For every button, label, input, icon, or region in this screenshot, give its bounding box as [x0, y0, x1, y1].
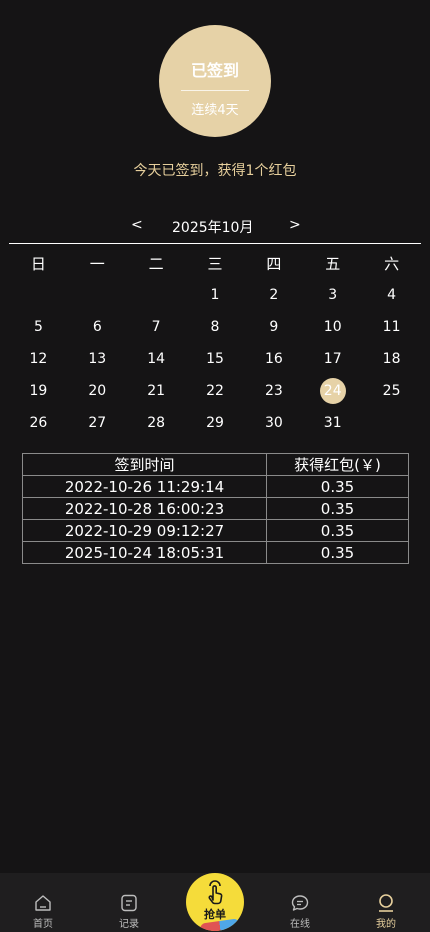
- calendar-day[interactable]: 31: [303, 407, 362, 439]
- calendar-day[interactable]: 23: [244, 375, 303, 407]
- sign-in-time: 2022-10-26 11:29:14: [22, 475, 267, 498]
- calendar-day[interactable]: 30: [244, 407, 303, 439]
- consecutive-days-label: 连续4天: [191, 103, 239, 118]
- calendar-day[interactable]: 10: [303, 311, 362, 343]
- table-row: 2025-10-24 18:05:31 0.35: [22, 541, 409, 564]
- sign-status-title: 已签到: [190, 61, 239, 80]
- reward-amount: 0.35: [266, 519, 409, 542]
- sign-in-records-table: 签到时间 获得红包(￥) 2022-10-26 11:29:14 0.35 20…: [22, 453, 409, 564]
- calendar-day[interactable]: 29: [186, 407, 245, 439]
- table-row: 2022-10-26 11:29:14 0.35: [22, 475, 409, 498]
- tab-records[interactable]: 记录: [99, 873, 159, 932]
- sign-in-status-circle: 已签到 连续4天: [159, 25, 271, 137]
- calendar-grid: 日一二三四五六 1 2 3 4 5 6 7 8 9 10 11 12 13 14 15 16 17 18 19 20 21…: [9, 247, 421, 439]
- tab-mine-label: 我的: [376, 919, 396, 930]
- calendar-day[interactable]: 12: [9, 343, 68, 375]
- sign-in-time: 2025-10-24 18:05:31: [22, 541, 267, 564]
- tab-mine[interactable]: 我的: [356, 873, 416, 932]
- month-label: 2025年10月: [172, 220, 254, 236]
- calendar-day[interactable]: 8: [186, 311, 245, 343]
- weekday-header: 一: [89, 254, 105, 273]
- calendar-day[interactable]: 19: [9, 375, 68, 407]
- calendar-day[interactable]: 2: [244, 279, 303, 311]
- calendar-day[interactable]: 25: [362, 375, 421, 407]
- table-header-row: 签到时间 获得红包(￥): [22, 453, 409, 476]
- sign-in-time: 2022-10-28 16:00:23: [22, 497, 267, 520]
- calendar-day[interactable]: 16: [244, 343, 303, 375]
- calendar-day[interactable]: 11: [362, 311, 421, 343]
- hand-tap-icon: [208, 880, 223, 905]
- calendar-day[interactable]: 7: [127, 311, 186, 343]
- calendar-day[interactable]: 14: [127, 343, 186, 375]
- calendar-day[interactable]: 17: [303, 343, 362, 375]
- weekday-header: 五: [325, 254, 341, 273]
- column-header-reward: 获得红包(￥): [266, 453, 409, 476]
- reward-amount: 0.35: [266, 497, 409, 520]
- today-reward-message: 今天已签到，获得1个红包: [133, 163, 297, 179]
- weekday-header: 日: [30, 254, 46, 273]
- tab-home[interactable]: 首页: [13, 873, 73, 932]
- tab-records-label: 记录: [119, 919, 139, 930]
- weekday-header: 三: [207, 254, 223, 273]
- tab-online[interactable]: 在线: [270, 873, 330, 932]
- calendar-day[interactable]: 13: [68, 343, 127, 375]
- weekday-header: 四: [266, 254, 282, 273]
- calendar-day[interactable]: 21: [127, 375, 186, 407]
- home-icon: [35, 895, 51, 911]
- next-month-button[interactable]: >: [289, 217, 301, 233]
- grab-order-button[interactable]: 抢单: [186, 873, 244, 931]
- column-header-time: 签到时间: [22, 453, 267, 476]
- calendar-blank-cell: [9, 279, 68, 311]
- calendar-day[interactable]: 9: [244, 311, 303, 343]
- sign-divider: [181, 90, 249, 91]
- calendar-blank-cell: [127, 279, 186, 311]
- table-row: 2022-10-29 09:12:27 0.35: [22, 519, 409, 542]
- calendar-day[interactable]: 20: [68, 375, 127, 407]
- calendar-day[interactable]: 1: [186, 279, 245, 311]
- calendar-day[interactable]: 26: [9, 407, 68, 439]
- records-icon: [121, 894, 137, 912]
- calendar-day[interactable]: 6: [68, 311, 127, 343]
- prev-month-button[interactable]: <: [131, 217, 143, 233]
- calendar-day[interactable]: 15: [186, 343, 245, 375]
- month-navigation: < 2025年10月 >: [0, 214, 430, 238]
- calendar-day[interactable]: 3: [303, 279, 362, 311]
- reward-amount: 0.35: [266, 475, 409, 498]
- chat-bubble-icon: [291, 895, 309, 911]
- calendar-day[interactable]: 22: [186, 375, 245, 407]
- calendar-day-signed-today[interactable]: 24: [303, 375, 362, 407]
- reward-amount: 0.35: [266, 541, 409, 564]
- weekday-header: 六: [384, 254, 400, 273]
- sign-in-time: 2022-10-29 09:12:27: [22, 519, 267, 542]
- user-icon: [379, 894, 393, 912]
- calendar-day[interactable]: 5: [9, 311, 68, 343]
- calendar-day[interactable]: 27: [68, 407, 127, 439]
- calendar-blank-cell: [68, 279, 127, 311]
- tab-online-label: 在线: [290, 919, 310, 930]
- calendar-day[interactable]: 28: [127, 407, 186, 439]
- calendar-day[interactable]: 4: [362, 279, 421, 311]
- calendar-day-number: 24: [319, 378, 346, 404]
- tab-home-label: 首页: [33, 919, 53, 930]
- table-row: 2022-10-28 16:00:23 0.35: [22, 497, 409, 520]
- calendar-divider: [9, 243, 421, 244]
- weekday-header: 二: [148, 254, 164, 273]
- calendar-day[interactable]: 18: [362, 343, 421, 375]
